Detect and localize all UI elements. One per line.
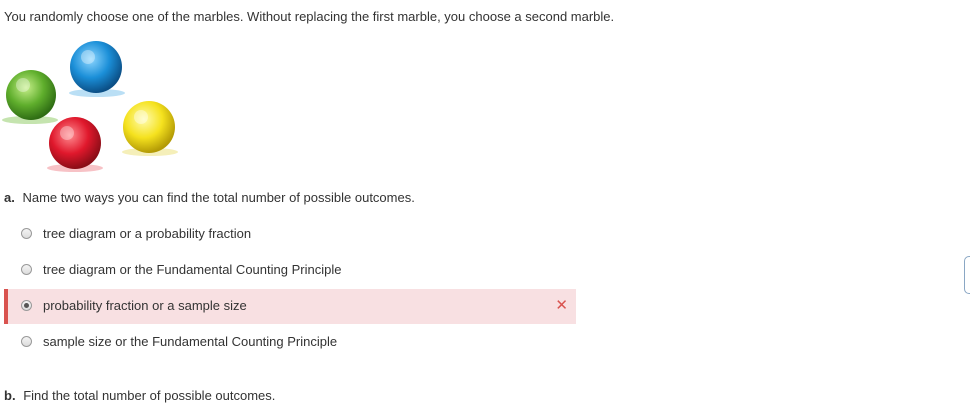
marble-highlight (81, 50, 95, 64)
option-label: sample size or the Fundamental Counting … (43, 334, 338, 349)
option-label: tree diagram or the Fundamental Counting… (43, 262, 342, 277)
part-b-label: b. (4, 388, 16, 403)
blue-marble (70, 41, 122, 93)
marbles-image (2, 41, 178, 172)
part-a-text: Name two ways you can find the total num… (22, 190, 415, 205)
marble-highlight (60, 126, 74, 140)
option-label: probability fraction or a sample size (43, 298, 247, 313)
part-b-text: Find the total number of possible outcom… (23, 388, 276, 403)
answer-option-1[interactable]: tree diagram or a probability fraction (4, 217, 576, 252)
part-b-question: b. Find the total number of possible out… (4, 388, 275, 403)
marble-highlight (134, 110, 148, 124)
answer-option-4[interactable]: sample size or the Fundamental Counting … (4, 325, 576, 360)
yellow-marble (123, 101, 175, 153)
part-a-question: a. Name two ways you can find the total … (4, 190, 415, 205)
answer-option-2[interactable]: tree diagram or the Fundamental Counting… (4, 253, 576, 288)
option-label: tree diagram or a probability fraction (43, 226, 252, 241)
radio-button[interactable] (21, 264, 32, 275)
radio-button[interactable] (21, 336, 32, 347)
green-marble (6, 70, 56, 120)
red-marble (49, 117, 101, 169)
radio-button-selected[interactable] (21, 300, 32, 311)
radio-button[interactable] (21, 228, 32, 239)
marble-highlight (16, 78, 30, 92)
part-a-label: a. (4, 190, 15, 205)
problem-intro: You randomly choose one of the marbles. … (4, 9, 615, 24)
answer-option-3-incorrect[interactable]: probability fraction or a sample size ✕ (4, 289, 576, 324)
incorrect-x-icon: ✕ (555, 297, 568, 314)
side-panel-tab[interactable] (964, 256, 970, 294)
